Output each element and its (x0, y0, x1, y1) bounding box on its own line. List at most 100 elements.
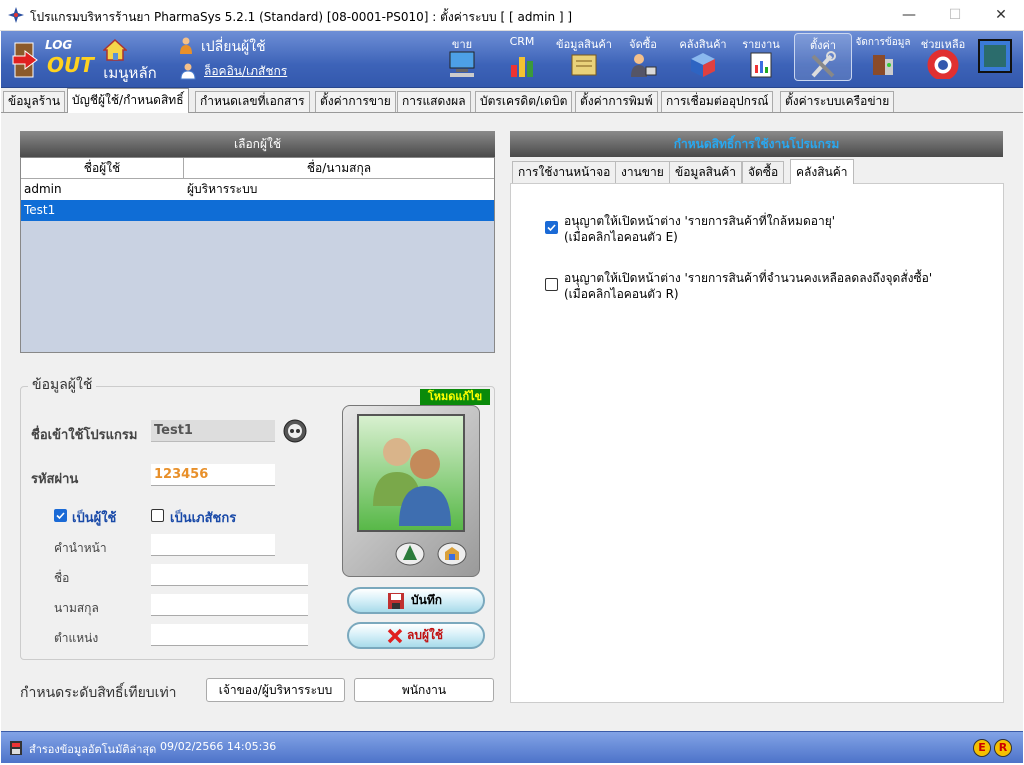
is-pharmacist-label[interactable]: เป็นเภสัชกร (170, 507, 236, 528)
save-button[interactable]: บันทึก (347, 587, 485, 614)
is-user-label[interactable]: เป็นผู้ใช้ (72, 507, 116, 528)
tab-shop-info[interactable]: ข้อมูลร้าน (3, 91, 66, 112)
user-select-header: เลือกผู้ใช้ (20, 131, 495, 157)
chart-icon (511, 57, 533, 77)
toolbar-button-label: จัดการข้อมูล (855, 37, 911, 48)
user-list[interactable]: ชื่อผู้ใช้ ชื่อ/นามสกุล admin ผู้บริหารร… (20, 157, 495, 353)
tab-user-accounts[interactable]: บัญชีผู้ใช้/กำหนดสิทธิ์ (67, 88, 189, 113)
user-icon (180, 37, 192, 54)
product-icon (571, 54, 597, 76)
photo-frame (342, 405, 480, 577)
tab-warehouse[interactable]: คลังสินค้า (790, 159, 854, 184)
login-name-field[interactable]: Test1 (151, 420, 275, 442)
tab-network-settings[interactable]: ตั้งค่าระบบเครือข่าย (780, 91, 895, 112)
tab-print-settings[interactable]: ตั้งค่าการพิมพ์ (575, 91, 658, 112)
surname-label: นามสกุล (54, 601, 99, 615)
toolbar-data-button[interactable]: จัดการข้อมูล (853, 33, 913, 83)
permissions-header: กำหนดสิทธิ์การใช้งานโปรแกรม (510, 131, 1003, 157)
delete-user-button[interactable]: ลบผู้ใช้ (347, 622, 485, 649)
table-row[interactable]: admin ผู้บริหารระบบ (21, 179, 494, 200)
edit-mode-badge: โหมดแก้ไข (420, 389, 490, 405)
toolbar-purchase-button[interactable]: จัดซื้อ (623, 33, 663, 83)
toolbar-sales-button[interactable]: ขาย (442, 33, 482, 83)
first-name-field[interactable] (151, 564, 308, 586)
position-field[interactable] (151, 624, 308, 646)
password-label: รหัสผ่าน (31, 472, 79, 487)
close-button[interactable]: ✕ (978, 0, 1024, 31)
position-label: ตำแหน่ง (54, 631, 99, 645)
backup-datetime: 09/02/2566 14:05:36 (160, 740, 277, 753)
folder-image-icon[interactable] (437, 542, 467, 566)
maximize-button[interactable]: ☐ (932, 0, 978, 31)
logout-button[interactable]: LOG OUT (9, 35, 94, 83)
login-name-label: ชื่อเข้าใช้โปรแกรม (31, 428, 138, 443)
checkmark-icon (56, 512, 65, 520)
reorder-r-button[interactable]: R (994, 739, 1012, 757)
tab-sales-settings[interactable]: ตั้งค่าการขาย (315, 91, 396, 112)
toolbar-crm-button[interactable]: CRM (502, 33, 542, 83)
computer-icon (449, 51, 475, 77)
owner-admin-button[interactable]: เจ้าของ/ผู้บริหารระบบ (206, 678, 345, 702)
allow-reorder-note: (เมื่อคลิกไอคอนตัว R) (564, 287, 679, 301)
tab-display[interactable]: การแสดงผล (397, 91, 471, 112)
table-row-selected[interactable]: Test1 (21, 200, 494, 221)
allow-expiring-note: (เมื่อคลิกไอคอนตัว E) (564, 230, 678, 244)
change-user-link[interactable]: เปลี่ยนผู้ใช้ (201, 36, 266, 58)
tab-screen-usage[interactable]: การใช้งานหน้าจอ (512, 161, 617, 184)
tab-purchasing[interactable]: จัดซื้อ (742, 161, 785, 184)
window-icon[interactable] (977, 38, 1013, 74)
app-logo-icon (8, 7, 24, 23)
is-pharmacist-checkbox[interactable] (151, 509, 164, 522)
report-icon (750, 52, 772, 78)
first-name-label: ชื่อ (54, 571, 70, 585)
toolbar-product-button[interactable]: ข้อมูลสินค้า (556, 33, 612, 83)
tab-credit-cards[interactable]: บัตรเครดิต/เดบิต (475, 91, 573, 112)
main-toolbar: LOG OUT เมนูหลัก เปลี่ยนผู้ใช้ ล็อคอิน/เ… (1, 31, 1023, 88)
cell-username: Test1 (24, 203, 56, 217)
toolbar-help-button[interactable]: ช่วยเหลือ (919, 33, 967, 83)
delete-user-label: ลบผู้ใช้ (407, 628, 444, 642)
home-icon (103, 39, 127, 61)
users-avatar-icon (373, 438, 451, 526)
tab-device-connection[interactable]: การเชื่อมต่ออุปกรณ์ (661, 91, 774, 112)
cell-fullname: ผู้บริหารระบบ (187, 182, 258, 196)
logout-top-text: LOG (45, 38, 73, 52)
password-field[interactable]: 123456 (151, 464, 275, 486)
expiring-e-button[interactable]: E (973, 739, 991, 757)
surname-field[interactable] (151, 594, 308, 616)
lifebuoy-icon (927, 49, 959, 79)
tab-product-data[interactable]: ข้อมูลสินค้า (669, 161, 742, 184)
home-button[interactable]: เมนูหลัก (99, 35, 161, 83)
floppy-icon (388, 593, 404, 609)
toolbar-button-label: CRM (509, 35, 535, 48)
column-header-fullname[interactable]: ชื่อ/นามสกุล (184, 158, 494, 179)
user-info-legend: ข้อมูลผู้ใช้ (28, 374, 97, 396)
backup-status-text: สำรองข้อมูลอัตโนมัติล่าสุด (29, 743, 157, 756)
toolbar-warehouse-button[interactable]: คลังสินค้า (677, 33, 729, 83)
checkmark-icon (547, 224, 556, 232)
lookup-icon[interactable] (283, 419, 307, 443)
avatar (357, 414, 465, 532)
minimize-button[interactable]: — (886, 0, 932, 31)
tree-image-icon[interactable] (395, 542, 425, 566)
staff-button[interactable]: พนักงาน (354, 678, 494, 702)
is-user-checkbox[interactable] (54, 509, 67, 522)
cell-username: admin (24, 182, 62, 196)
login-pharmacist-link[interactable]: ล็อคอิน/เภสัชกร (204, 62, 287, 81)
column-header-username[interactable]: ชื่อผู้ใช้ (21, 158, 184, 179)
purchase-icon (631, 54, 657, 77)
tab-sales[interactable]: งานขาย (615, 161, 670, 184)
toolbar-report-button[interactable]: รายงาน (741, 33, 781, 83)
prefix-field[interactable] (151, 534, 275, 556)
toolbar-settings-button[interactable]: ตั้งค่า (794, 33, 852, 81)
allow-expiring-checkbox[interactable] (545, 221, 558, 234)
tab-document-numbers[interactable]: กำหนดเลขที่เอกสาร (195, 91, 310, 112)
allow-reorder-checkbox[interactable] (545, 278, 558, 291)
database-icon (873, 55, 893, 75)
warehouse-icon (691, 53, 715, 77)
status-bar: สำรองข้อมูลอัตโนมัติล่าสุด 09/02/2566 14… (1, 731, 1023, 763)
logout-door-icon (12, 42, 38, 78)
warehouse-permissions-panel (510, 183, 1004, 703)
save-label: บันทึก (411, 593, 442, 607)
tools-icon (811, 51, 836, 78)
